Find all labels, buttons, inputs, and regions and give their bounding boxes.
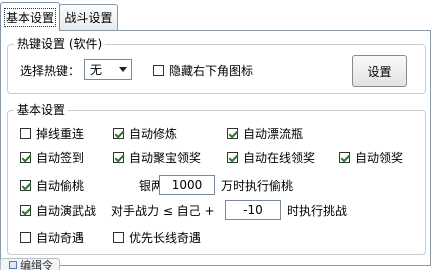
auto-treasure-label: 自动聚宝领奖 (129, 150, 202, 165)
auto-drift-bottle-label: 自动漂流瓶 (243, 126, 304, 141)
hotkey-group-legend: 热键设置 (软件) (17, 37, 103, 51)
hide-tray-checkbox[interactable] (153, 64, 164, 76)
auto-treasure-checkbox[interactable] (113, 151, 124, 163)
edit-icon (9, 260, 17, 269)
tab-strip: 基本设置 战斗设置 (0, 0, 433, 31)
prefer-long-adventure-option[interactable]: 优先长线奇遇 (113, 228, 201, 246)
reconnect-label: 掉线重连 (36, 126, 85, 141)
auto-cultivate-option[interactable]: 自动修炼 (113, 124, 177, 142)
auto-adventure-checkbox[interactable] (20, 231, 31, 243)
bottom-tab-label: 编缉令 (20, 258, 53, 270)
auto-steal-peach-option[interactable]: 自动偷桃 (20, 176, 84, 194)
auto-drift-bottle-checkbox[interactable] (227, 127, 238, 139)
auto-adventure-label: 自动奇遇 (36, 230, 85, 245)
auto-treasure-option[interactable]: 自动聚宝领奖 (113, 148, 201, 166)
auto-signin-checkbox[interactable] (20, 151, 31, 163)
hotkey-select-label: 选择热键： (20, 63, 81, 78)
auto-martial-option[interactable]: 自动演武战 (20, 201, 96, 219)
tab-basic-settings[interactable]: 基本设置 (0, 2, 60, 31)
auto-signin-label: 自动签到 (36, 150, 85, 165)
auto-claim-option[interactable]: 自动领奖 (339, 148, 403, 166)
set-hotkey-button[interactable]: 设置 (352, 55, 407, 87)
battle-rule-prefix: 对手战力 ≤ 自己 + (111, 203, 215, 218)
tab-battle-settings[interactable]: 战斗设置 (59, 4, 118, 30)
battle-rule-suffix: 时执行挑战 (287, 203, 348, 218)
peach-rule-suffix: 万时执行偷桃 (221, 178, 294, 193)
tab-basic-settings-label: 基本设置 (3, 7, 56, 27)
auto-steal-peach-label: 自动偷桃 (36, 178, 85, 193)
hotkey-select-value: 无 (90, 63, 103, 77)
hide-tray-label: 隐藏右下角图标 (169, 63, 254, 78)
auto-adventure-option[interactable]: 自动奇遇 (20, 228, 84, 246)
basic-group-legend: 基本设置 (17, 103, 66, 117)
auto-claim-checkbox[interactable] (339, 151, 350, 163)
hide-tray-option[interactable]: 隐藏右下角图标 (153, 61, 253, 79)
auto-online-reward-checkbox[interactable] (227, 151, 238, 163)
auto-claim-label: 自动领奖 (355, 150, 404, 165)
tab-battle-settings-label: 战斗设置 (64, 11, 113, 25)
auto-signin-option[interactable]: 自动签到 (20, 148, 84, 166)
auto-drift-bottle-option[interactable]: 自动漂流瓶 (227, 124, 303, 142)
auto-martial-checkbox[interactable] (20, 204, 31, 216)
prefer-long-adventure-label: 优先长线奇遇 (129, 230, 202, 245)
set-hotkey-button-label: 设置 (367, 64, 392, 79)
chevron-down-icon (119, 67, 127, 72)
auto-cultivate-checkbox[interactable] (113, 127, 124, 139)
auto-cultivate-label: 自动修炼 (129, 126, 178, 141)
hotkey-select[interactable]: 无 (84, 59, 132, 80)
peach-silver-threshold-input[interactable]: 1000 (159, 175, 215, 195)
auto-online-reward-option[interactable]: 自动在线领奖 (227, 148, 315, 166)
auto-martial-label: 自动演武战 (36, 203, 97, 218)
battle-power-offset-input[interactable]: -10 (225, 200, 281, 220)
prefer-long-adventure-checkbox[interactable] (113, 231, 124, 243)
reconnect-option[interactable]: 掉线重连 (20, 124, 84, 142)
auto-online-reward-label: 自动在线领奖 (243, 150, 316, 165)
reconnect-checkbox[interactable] (20, 127, 31, 139)
bottom-tab-edit[interactable]: 编缉令 (0, 258, 60, 270)
auto-steal-peach-checkbox[interactable] (20, 179, 31, 191)
